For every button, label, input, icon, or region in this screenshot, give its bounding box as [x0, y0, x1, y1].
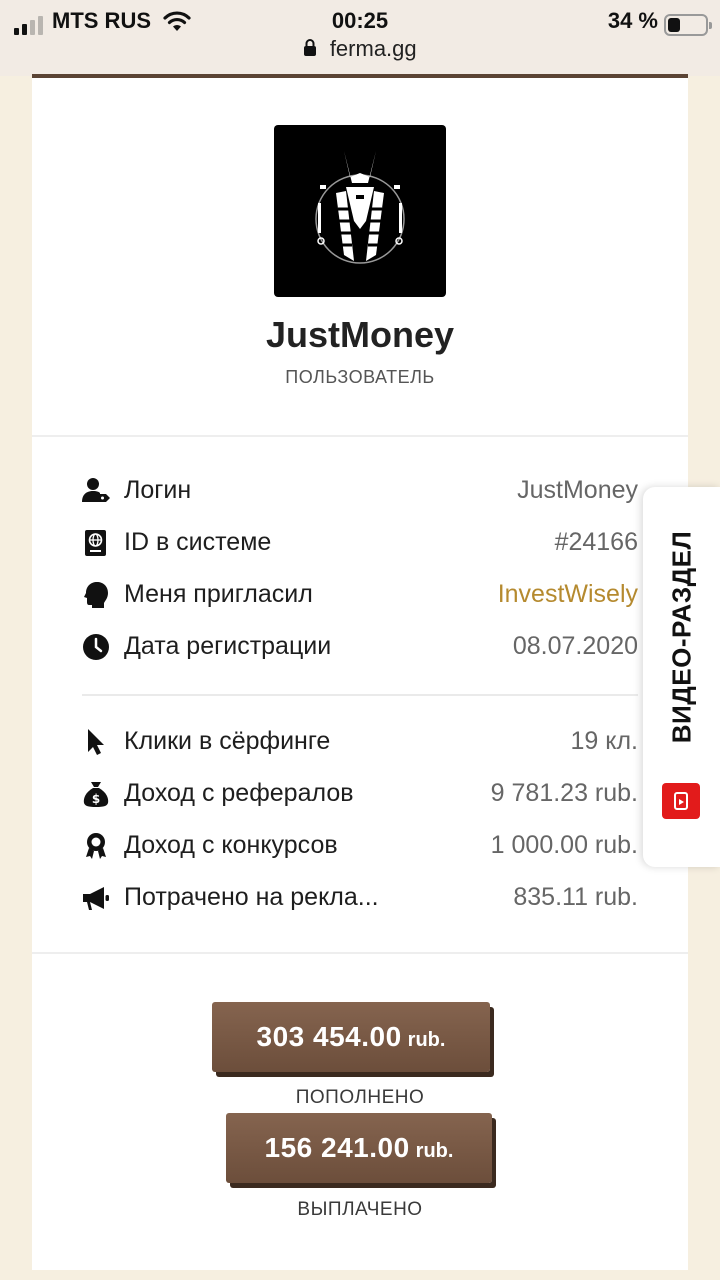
address-bar[interactable]: ferma.gg [0, 36, 720, 68]
stat-row-surf-clicks: Клики в сёрфинге 19 кл. [82, 722, 638, 762]
stat-value: 1 000.00 rub. [490, 831, 638, 859]
stat-label: Потрачено на рекла... [124, 883, 379, 911]
withdrawn-caption: ВЫПЛАЧЕНО [297, 1199, 423, 1220]
info-row-registration: Дата регистрации 08.07.2020 [82, 627, 638, 667]
id-card-icon [82, 529, 110, 557]
video-section-label: ВИДЕО-РАЗДЕЛ [666, 530, 697, 744]
money-bag-icon: $ [82, 780, 110, 808]
section-divider [32, 952, 688, 954]
withdrawn-currency: rub. [415, 1140, 454, 1162]
stat-value: 19 кл. [570, 727, 638, 755]
deposited-amount: 303 454.00 [256, 1021, 402, 1052]
stat-label: Клики в сёрфинге [124, 727, 331, 755]
battery-icon [664, 14, 712, 36]
url-text: ferma.gg [329, 36, 417, 61]
deposited-amount-button[interactable]: 303 454.00 rub. [212, 1002, 490, 1072]
withdrawn-amount-button[interactable]: 156 241.00 rub. [226, 1113, 492, 1183]
lock-icon [304, 39, 317, 56]
withdrawn-amount: 156 241.00 [264, 1132, 410, 1163]
info-value: JustMoney [517, 476, 638, 504]
clock-icon [82, 633, 110, 661]
browser-top-bar: MTS RUS 00:25 34 % ferma.gg [0, 0, 720, 76]
stat-row-referral-income: $ Доход с рефералов 9 781.23 rub. [82, 774, 638, 814]
svg-text:$: $ [92, 792, 100, 806]
anubis-logo-icon [315, 151, 405, 264]
section-divider [32, 435, 688, 437]
info-row-id: ID в системе #24166 [82, 523, 638, 563]
info-label: ID в системе [124, 528, 272, 556]
info-label: Логин [124, 476, 192, 504]
profile-card: JustMoney ПОЛЬЗОВАТЕЛЬ Логин JustMoney I… [32, 78, 688, 1270]
profile-username: JustMoney [265, 314, 455, 355]
status-bar: MTS RUS 00:25 34 % [0, 6, 720, 36]
battery-percent: 34 % [607, 8, 658, 33]
info-row-login: Логин JustMoney [82, 471, 638, 511]
info-value: #24166 [554, 528, 638, 556]
stat-row-ad-spend: Потрачено на рекла... 835.11 rub. [82, 878, 638, 918]
battery-fill [668, 18, 680, 32]
info-value: 08.07.2020 [512, 632, 638, 660]
user-tag-icon [82, 477, 110, 505]
youtube-icon [662, 783, 700, 819]
stat-value: 9 781.23 rub. [490, 779, 638, 807]
stats-divider [82, 694, 638, 696]
megaphone-icon [82, 884, 110, 912]
stat-row-contest-income: Доход с конкурсов 1 000.00 rub. [82, 826, 638, 866]
referrer-link[interactable]: InvestWisely [498, 580, 638, 609]
cursor-icon [82, 728, 110, 756]
info-label: Дата регистрации [124, 632, 332, 660]
head-profile-icon [82, 581, 110, 609]
profile-role: ПОЛЬЗОВАТЕЛЬ [285, 367, 435, 387]
deposited-currency: rub. [407, 1029, 446, 1051]
stat-label: Доход с конкурсов [124, 831, 338, 859]
stat-value: 835.11 rub. [513, 883, 638, 911]
award-icon [82, 832, 110, 860]
info-row-referrer: Меня пригласил InvestWisely [82, 575, 638, 615]
avatar [274, 125, 446, 297]
video-section-tab[interactable]: ВИДЕО-РАЗДЕЛ [643, 487, 720, 867]
stat-label: Доход с рефералов [124, 779, 354, 807]
deposited-caption: ПОПОЛНЕНО [295, 1087, 425, 1108]
info-label: Меня пригласил [124, 580, 313, 608]
